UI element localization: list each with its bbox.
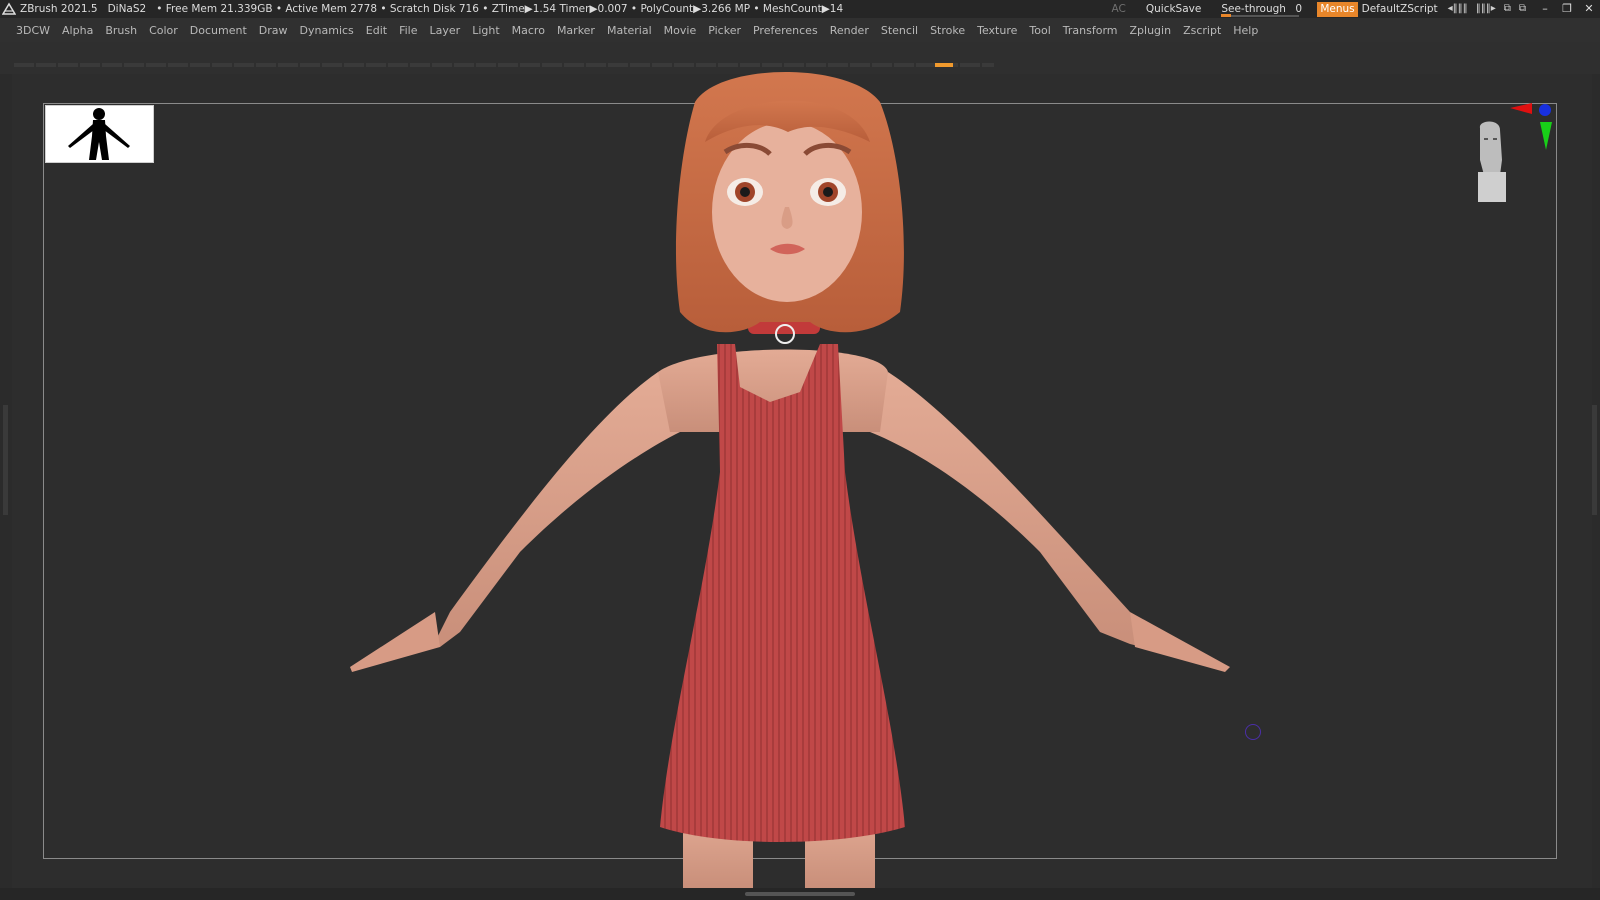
menu-edit[interactable]: Edit: [360, 24, 393, 37]
menu-alpha[interactable]: Alpha: [56, 24, 99, 37]
menu-marker[interactable]: Marker: [551, 24, 601, 37]
seethrough-fill: [1221, 14, 1232, 17]
restore-icon[interactable]: ❐: [1556, 0, 1578, 18]
navigator-thumbnail[interactable]: [45, 105, 154, 163]
layout-left-icon[interactable]: ⧉: [1504, 0, 1511, 18]
seethrough-slider[interactable]: See-through 0: [1221, 0, 1302, 18]
menu-macro[interactable]: Macro: [506, 24, 551, 37]
right-hand: [1130, 612, 1230, 672]
right-arm: [870, 372, 1142, 647]
zbrush-logo-icon[interactable]: [2, 2, 16, 16]
menu-movie[interactable]: Movie: [658, 24, 703, 37]
app-name: ZBrush 2021.5: [20, 3, 98, 15]
progress-bar: [14, 63, 994, 67]
menu-color[interactable]: Color: [143, 24, 184, 37]
menu-light[interactable]: Light: [466, 24, 505, 37]
menu-brush[interactable]: Brush: [99, 24, 143, 37]
project-name: DiNaS2: [107, 3, 147, 15]
shrink-ui-icon[interactable]: ◂‖‖‖: [1448, 0, 1468, 18]
menu-tool[interactable]: Tool: [1023, 24, 1056, 37]
menu-document[interactable]: Document: [184, 24, 253, 37]
menu-draw[interactable]: Draw: [253, 24, 294, 37]
axis-gizmo-icon[interactable]: [1460, 100, 1560, 210]
menu-file[interactable]: File: [393, 24, 423, 37]
menu-zplugin[interactable]: Zplugin: [1124, 24, 1178, 37]
left-arm: [435, 372, 680, 647]
character-model[interactable]: [340, 72, 1260, 888]
gizmo-head-icon: [1478, 121, 1506, 202]
ac-toggle[interactable]: AC: [1112, 0, 1126, 18]
menu-stencil[interactable]: Stencil: [875, 24, 924, 37]
brush-cursor: [1245, 724, 1261, 740]
menu-zscript[interactable]: Zscript: [1177, 24, 1227, 37]
bottom-tray-handle[interactable]: [745, 892, 855, 896]
menu-material[interactable]: Material: [601, 24, 658, 37]
right-tray-handle[interactable]: [1592, 405, 1597, 515]
menu-dynamics[interactable]: Dynamics: [294, 24, 360, 37]
left-hand: [350, 612, 440, 672]
seethrough-track: [1221, 15, 1300, 17]
title-bar: ZBrush 2021.5 DiNaS2 • Free Mem 21.339GB…: [0, 0, 1600, 18]
menus-toggle-button[interactable]: Menus: [1317, 1, 1358, 17]
layout-right-icon[interactable]: ⧉: [1519, 0, 1526, 18]
stats-readout: • Free Mem 21.339GB • Active Mem 2778 • …: [156, 3, 844, 15]
menu-help[interactable]: Help: [1227, 24, 1264, 37]
quicksave-button[interactable]: QuickSave: [1146, 0, 1201, 18]
menu-layer[interactable]: Layer: [424, 24, 467, 37]
close-icon[interactable]: ✕: [1578, 0, 1600, 18]
top-shelf: [0, 42, 1600, 74]
menu-render[interactable]: Render: [824, 24, 875, 37]
menu-3dcw[interactable]: 3DCW: [0, 24, 56, 37]
left-tray-handle[interactable]: [3, 405, 8, 515]
menu-transform[interactable]: Transform: [1057, 24, 1124, 37]
menu-preferences[interactable]: Preferences: [747, 24, 824, 37]
expand-ui-icon[interactable]: ‖‖‖▸: [1476, 0, 1496, 18]
progress-marker: [935, 63, 953, 67]
menu-texture[interactable]: Texture: [971, 24, 1023, 37]
main-menu-bar: 3DCW Alpha Brush Color Document Draw Dyn…: [0, 18, 1600, 42]
menu-stroke[interactable]: Stroke: [924, 24, 971, 37]
menu-picker[interactable]: Picker: [702, 24, 747, 37]
silhouette-icon: [68, 108, 130, 160]
default-zscript-button[interactable]: DefaultZScript: [1362, 0, 1438, 18]
minimize-icon[interactable]: –: [1534, 0, 1556, 18]
seethrough-value: 0: [1295, 3, 1302, 15]
